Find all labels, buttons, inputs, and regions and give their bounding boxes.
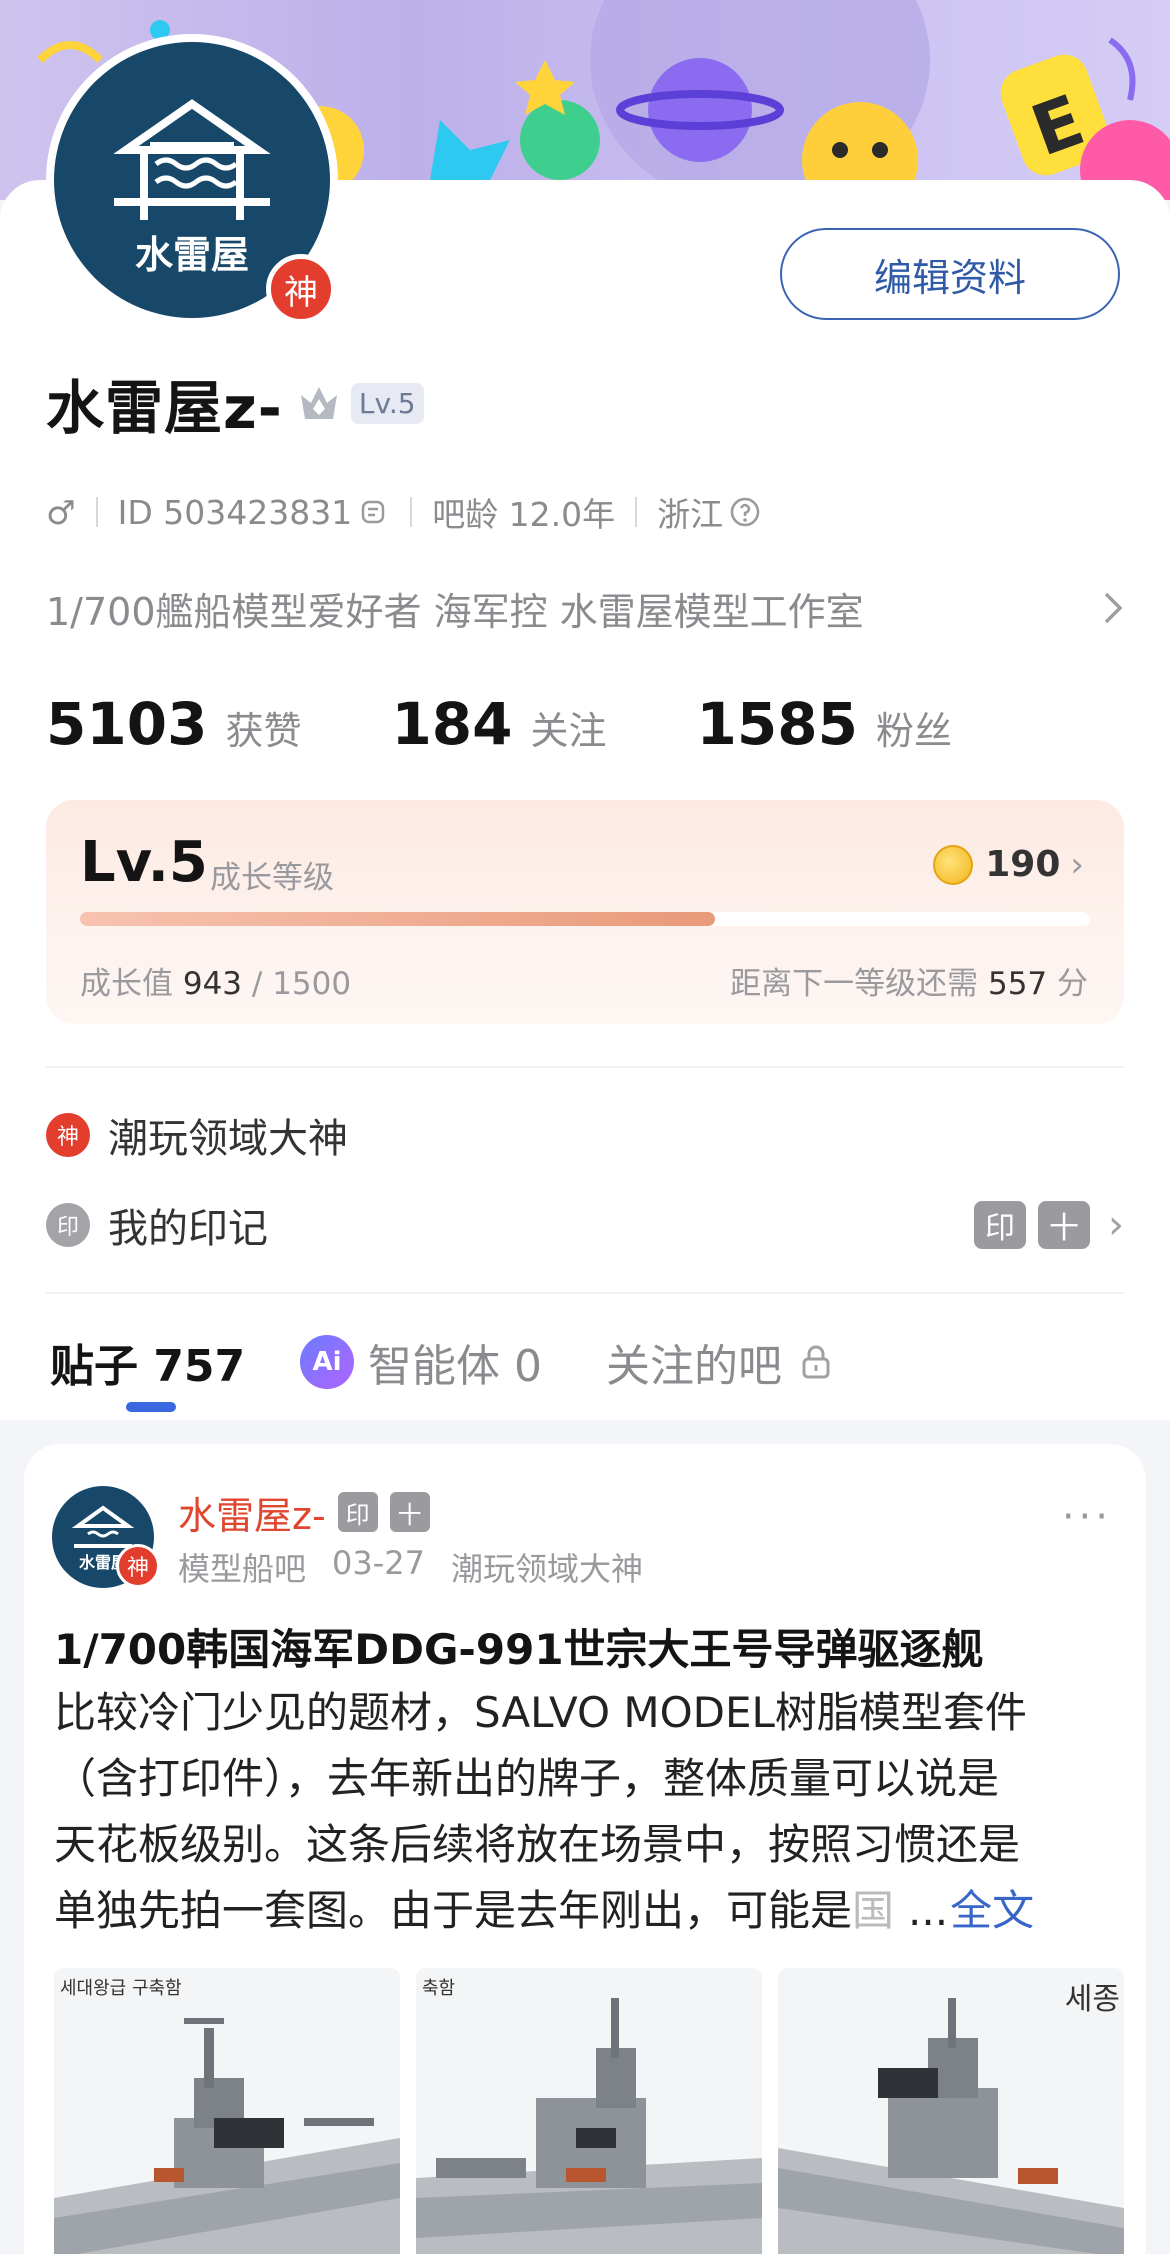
copy-icon[interactable] [358,496,390,528]
progress-bar [80,912,1090,926]
level-tag[interactable]: Lv.5 [350,382,424,424]
tab-followed-bars-label: 关注的吧 [606,1341,782,1392]
domain-god-label: 潮玩领域大神 [108,1116,348,1162]
active-tab-indicator [126,1402,176,1412]
tab-posts-label: 贴子 757 [50,1341,246,1392]
gender-icon: ♂ [46,492,76,532]
post-body-line: 比较冷门少见的题材，SALVO MODEL树脂模型套件 [54,1688,1027,1737]
post-body[interactable]: 比较冷门少见的题材，SALVO MODEL树脂模型套件 （含打印件），去年新出的… [54,1680,1124,1944]
god-badge: 神 [266,254,336,324]
full-text-link[interactable]: 全文 [950,1878,1034,1944]
tab-followed-bars[interactable]: 关注的吧 [606,1330,834,1394]
post-bar-name[interactable]: 模型船吧 [178,1544,306,1590]
post-author-name[interactable]: 水雷屋z- [178,1485,326,1540]
level-title: Lv.5 [80,830,208,895]
marks-preview: 印 十 › [962,1201,1124,1249]
mark-icon: 印 [46,1203,90,1247]
god-badge: 神 [116,1544,160,1588]
image-caption: 세대왕급 구축함 [60,1978,182,1999]
coin-icon [933,844,974,885]
post-meta: 模型船吧 03-27 潮玩领域大神 [178,1544,669,1590]
crown-icon[interactable] [297,381,341,425]
next-level-value: 557 [987,966,1048,1002]
stat-likes[interactable]: 5103 获赞 [46,690,301,758]
post-ellipsis: ... [908,1886,949,1935]
meta-row: ♂ ID 503423831 吧龄 12.0年 浙江 [46,488,761,536]
chevron-right-icon [1104,592,1123,624]
location: 浙江 [657,495,724,534]
warship-model-image [54,1968,400,2254]
post-date: 03-27 [332,1544,425,1582]
post-body-last-line: 单独先拍一套图。由于是去年刚出，可能是 国 ... 全文 [54,1878,1124,1944]
stat-followers[interactable]: 1585 粉丝 [697,690,952,758]
post-image[interactable]: 세대왕급 구축함 [54,1968,400,2254]
divider [46,1292,1124,1294]
progress-current: 943 [182,966,243,1002]
level-card[interactable]: Lv.5 成长等级 190 › 成长值 943 / 1500 距离下一等级还需 … [46,800,1124,1024]
stamp-icon: 印 [337,1492,378,1532]
progress-text: 成长值 943 / 1500 [80,958,351,1003]
progress-fill [80,912,716,926]
profile-tabs: 贴子 757 Ai 智能体 0 关注的吧 [0,1310,1170,1420]
tab-agents[interactable]: Ai 智能体 0 [300,1330,542,1394]
next-level-suffix: 分 [1057,966,1088,1002]
stat-value: 184 [391,690,513,758]
stat-value: 1585 [696,690,858,758]
post-image[interactable]: 축함 [416,1968,762,2254]
lock-icon [802,1345,830,1379]
progress-label: 成长值 [80,966,173,1002]
coin-balance[interactable]: 190 › [933,844,1084,885]
my-marks-row[interactable]: 印 我的印记 印 十 › [46,1190,1124,1260]
more-options-icon[interactable]: ··· [1062,1494,1112,1540]
edit-profile-button[interactable]: 编辑资料 [780,228,1120,320]
post-author-row: 水雷屋z- 印 十 [178,1486,430,1538]
post-body-line: 天花板级别。这条后续将放在场景中，按照习惯还是 [54,1820,1021,1869]
tab-agents-label: 智能体 0 [368,1341,542,1392]
username: 水雷屋z- [46,374,283,442]
divider [46,1066,1124,1068]
stat-label: 粉丝 [875,709,952,753]
name-row: 水雷屋z- Lv.5 [46,368,424,442]
bar-age: 吧龄 12.0年 [432,495,616,534]
warship-model-image [416,1968,762,2254]
domain-god-row[interactable]: 神 潮玩领域大神 [46,1100,1124,1170]
image-caption: 축함 [422,1978,456,1999]
progress-total: / 1500 [251,966,352,1002]
plus-stamp-icon: 十 [1038,1201,1090,1249]
bio-text: 1/700艦船模型爱好者 海军控 水雷屋模型工作室 [46,589,864,634]
post-author-title: 潮玩领域大神 [451,1550,644,1588]
plus-stamp-icon: 十 [389,1492,430,1532]
separator [410,497,413,527]
post-body-text: 单独先拍一套图。由于是去年刚出，可能是 [54,1886,853,1935]
stat-following[interactable]: 184 关注 [391,690,606,758]
chevron-right-icon: › [1070,844,1084,885]
post-body-line: （含打印件），去年新出的牌子，整体质量可以说是 [54,1754,1000,1803]
stat-value: 5103 [46,690,208,758]
god-badge-icon: 神 [46,1113,90,1157]
image-caption: 세종 [1064,1982,1120,2017]
post-image[interactable]: 세종 [778,1968,1124,2254]
next-level-prefix: 距离下一等级还需 [730,966,979,1002]
post-card[interactable]: 水雷屋 神 水雷屋z- 印 十 模型船吧 03-27 潮玩领域大神 ··· 1/… [24,1444,1146,2254]
separator [635,497,638,527]
my-marks-label: 我的印记 [108,1206,268,1252]
separator [95,497,98,527]
stat-label: 关注 [530,709,607,753]
next-level-text: 距离下一等级还需 557 分 [730,958,1088,1003]
post-images: 세대왕급 구축함 축함 세종 [54,1968,1124,2254]
stat-label: 获赞 [225,709,302,753]
help-icon[interactable] [729,496,761,528]
stamp-icon: 印 [974,1201,1026,1249]
coin-count: 190 [985,844,1061,885]
post-title[interactable]: 1/700韩国海军DDG-991世宗大王号导弹驱逐舰 [54,1616,1124,1677]
chevron-right-icon: › [1108,1202,1124,1248]
bio-row[interactable]: 1/700艦船模型爱好者 海军控 水雷屋模型工作室 [46,580,1126,636]
user-id[interactable]: ID 503423831 [118,493,353,532]
stats-row: 5103 获赞 184 关注 1585 粉丝 [46,690,1042,760]
level-subtitle: 成长等级 [210,860,334,896]
ai-agent-icon: Ai [300,1335,354,1389]
tab-posts[interactable]: 贴子 757 [50,1330,245,1394]
post-body-fade: 国 [852,1886,895,1935]
